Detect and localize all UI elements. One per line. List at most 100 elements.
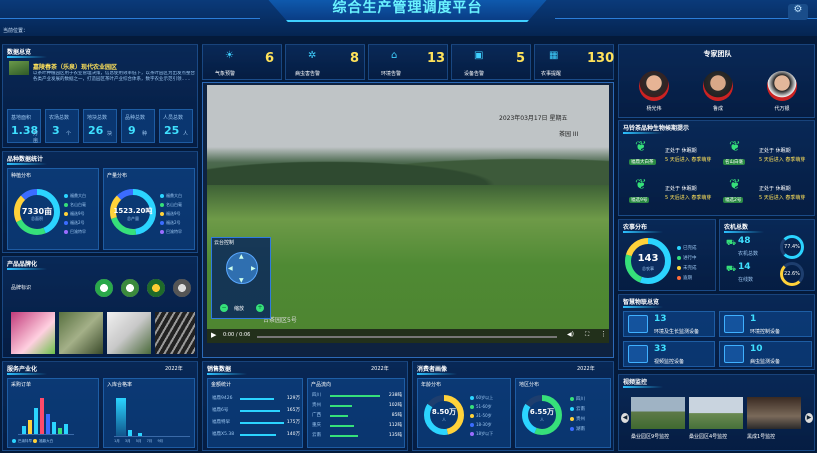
overview-title: 数据总览 — [7, 49, 48, 58]
experts-panel: 专家团队 杨光伟 鲁成 代万银 — [618, 44, 815, 118]
stat-value: 26 — [88, 124, 104, 137]
header-line-right — [555, 18, 817, 19]
yield-title: 产量分布 — [107, 173, 128, 179]
bar — [64, 424, 68, 434]
machine-panel: 农机总数 ⛟ 48 农机总数 ⛟ 14 在线数 77.4% 22.6% — [719, 219, 815, 291]
camera-thumb[interactable] — [631, 397, 685, 429]
stat-label: 农场总数 — [49, 115, 70, 121]
legend-item: 福鼎大白 — [160, 191, 182, 200]
breadcrumb: 当前位置： — [3, 28, 29, 34]
stat-row: 基地面积 1.38 万亩 农场总数 3 个 地块总数 26 块 品种总数 9 种… — [7, 109, 195, 145]
volume-icon[interactable]: ◀) — [567, 331, 574, 338]
stat-label: 品种总数 — [125, 115, 146, 121]
farm-total: 143 — [637, 253, 659, 264]
expert-avatar[interactable] — [703, 71, 733, 101]
alert-label: 农事提醒 — [541, 71, 562, 77]
alert-value: 5 — [516, 51, 526, 66]
machine-online-label: 在线数 — [738, 277, 754, 283]
tip-line1: 正处于 休眠期 — [759, 148, 791, 154]
age-legend: 60岁以上 51-60岁 31-50岁 18-30岁 18岁以下 — [470, 393, 493, 438]
prev-arrow-icon[interactable]: ◀ — [621, 413, 629, 423]
gauge-value-2: 22.6% — [784, 271, 800, 277]
tip-variety: 福选2号 — [723, 197, 744, 203]
region-total: 6.55万 — [529, 408, 555, 416]
tip-line2: 5 天后进入 春季萌芽 — [665, 157, 712, 163]
camera-label: 桑业园区4号监控 — [689, 434, 728, 440]
leaf-icon: ❦ — [729, 177, 741, 193]
play-icon[interactable]: ▶ — [211, 331, 216, 339]
stat-varieties: 品种总数 9 种 — [121, 109, 155, 143]
region-title: 地区分布 — [519, 382, 540, 388]
year-select[interactable]: 2022年 — [371, 365, 389, 372]
alert-pest[interactable]: ✲ 病虫害告警 8 — [285, 44, 365, 80]
arrow-right-icon[interactable]: ▶ — [251, 265, 256, 272]
zoom-out-button[interactable]: − — [220, 304, 228, 312]
expert-avatar[interactable] — [767, 71, 797, 101]
alert-value: 130 — [587, 51, 615, 66]
plant-box: 种植分布 7330亩 总面积 福鼎大白 名山白毫 福选9号 福选2号 巴渝特早 — [7, 168, 99, 250]
legend-item: 已完成 — [677, 244, 697, 254]
camera-label: 黑成1号监控 — [747, 434, 776, 440]
stat-value: 9 — [128, 124, 136, 137]
park-description: 以茶叶种植园区用于农业管理决策，信息使用效率低下，以茶叶园区为出发点整合各类产业… — [33, 71, 195, 82]
alert-environment[interactable]: ⌂ 环境告警 13 — [368, 44, 448, 80]
tip-variety: 福选9号 — [629, 197, 650, 203]
device-card[interactable]: 33 视频监控设备 — [623, 341, 715, 367]
more-icon[interactable]: ⋮ — [600, 330, 607, 338]
devices-title: 智慧物联总览 — [623, 299, 664, 308]
device-card[interactable]: 1 环境控制设备 — [719, 311, 812, 337]
alert-farming[interactable]: ▦ 农事提醒 130 — [534, 44, 614, 80]
age-box: 年龄分布 8.50万 人 60岁以上 51-60岁 31-50岁 18-30岁 … — [417, 378, 511, 448]
settings-icon[interactable]: ⚙ — [788, 4, 808, 20]
consumer-title: 消费者画像 — [417, 366, 458, 375]
yield-box: 产量分布 1523.20吨 总产量 福鼎大白 名山白毫 福选9号 福选2号 巴渝… — [103, 168, 195, 250]
legend-item: 名山白毫 — [64, 200, 86, 209]
bar — [116, 398, 126, 436]
legend-item: 巴渝特早 — [64, 227, 86, 236]
ptz-dpad[interactable]: ▲ ▼ ◀ ▶ — [226, 252, 258, 284]
bug-icon: ✲ — [308, 50, 317, 61]
zoom-in-button[interactable]: + — [256, 304, 264, 312]
device-card[interactable]: 10 病虫监测设备 — [719, 341, 812, 367]
video-progress[interactable] — [257, 336, 557, 338]
alert-value: 6 — [265, 51, 275, 66]
camera-thumb[interactable] — [747, 397, 801, 429]
flow-rows: 四川 238吨 贵州 102吨 广西 85吨 重庆 112吨 云南 135吨 — [312, 393, 402, 438]
device-card[interactable]: 13 环境及生长监测设备 — [623, 311, 715, 337]
product-image-3 — [107, 312, 151, 354]
bar — [58, 428, 62, 434]
tips-panel: 马铃茶品种生物候期提示 ❦ 福鼎大白茶 正处于 休眠期 5 天后进入 春季萌芽 … — [618, 120, 815, 216]
order-bars — [18, 397, 74, 435]
experts-title: 专家团队 — [703, 50, 732, 58]
arrow-left-icon[interactable]: ◀ — [228, 265, 233, 272]
video-player[interactable]: 2023年03月17日 星期五 茶园 III 台茶园区5号 云台控制 ▲ ▼ ◀… — [202, 82, 614, 358]
bar — [138, 433, 142, 436]
stat-people: 人员总数 25 人 — [159, 109, 193, 143]
stat-unit: 万亩 — [33, 131, 39, 144]
year-select[interactable]: 2022年 — [165, 365, 183, 372]
devices-panel: 智慧物联总览 13 环境及生长监测设备 1 环境控制设备 33 视频监控设备 1… — [618, 294, 815, 370]
alert-weather[interactable]: ☀ 气象预警 6 — [202, 44, 282, 80]
tip-line1: 正处于 休眠期 — [759, 186, 791, 192]
next-arrow-icon[interactable]: ▶ — [805, 413, 813, 423]
order-chart: 采购订单 巴渝特早 福鼎大白 — [7, 378, 99, 448]
year-select[interactable]: 2022年 — [577, 365, 595, 372]
farm-panel: 农事分布 143 总农事 已完成 进行中 未完成 逾期 — [618, 219, 716, 291]
legend-item: 福选2号 — [64, 218, 86, 227]
stat-label: 地块总数 — [87, 115, 108, 121]
camera-thumb[interactable] — [689, 397, 743, 429]
expert-avatar[interactable] — [639, 71, 669, 101]
arrow-up-icon[interactable]: ▲ — [239, 253, 244, 260]
brand-logo-3 — [147, 279, 165, 297]
amount-title: 金额统计 — [211, 382, 232, 388]
prod-panel: 服务产业化 2022年 采购订单 巴渝特早 福鼎大白 入库合格率 1月 3月 5… — [2, 361, 198, 451]
legend-item: 福选2号 — [160, 218, 182, 227]
tip-variety: 福鼎大白茶 — [629, 159, 656, 165]
flow-box: 产品流向 四川 238吨 贵州 102吨 广西 85吨 重庆 112吨 云南 135吨 — [307, 378, 405, 448]
device-label: 环境控制设备 — [750, 329, 781, 335]
alert-device[interactable]: ▣ 设备告警 5 — [451, 44, 531, 80]
fullscreen-icon[interactable]: ⛶ — [585, 331, 589, 339]
tractor-icon: ⛟ — [726, 264, 737, 273]
arrow-down-icon[interactable]: ▼ — [239, 277, 244, 284]
alert-row: ☀ 气象预警 6 ✲ 病虫害告警 8 ⌂ 环境告警 13 ▣ 设备告警 5 ▦ … — [202, 44, 614, 80]
